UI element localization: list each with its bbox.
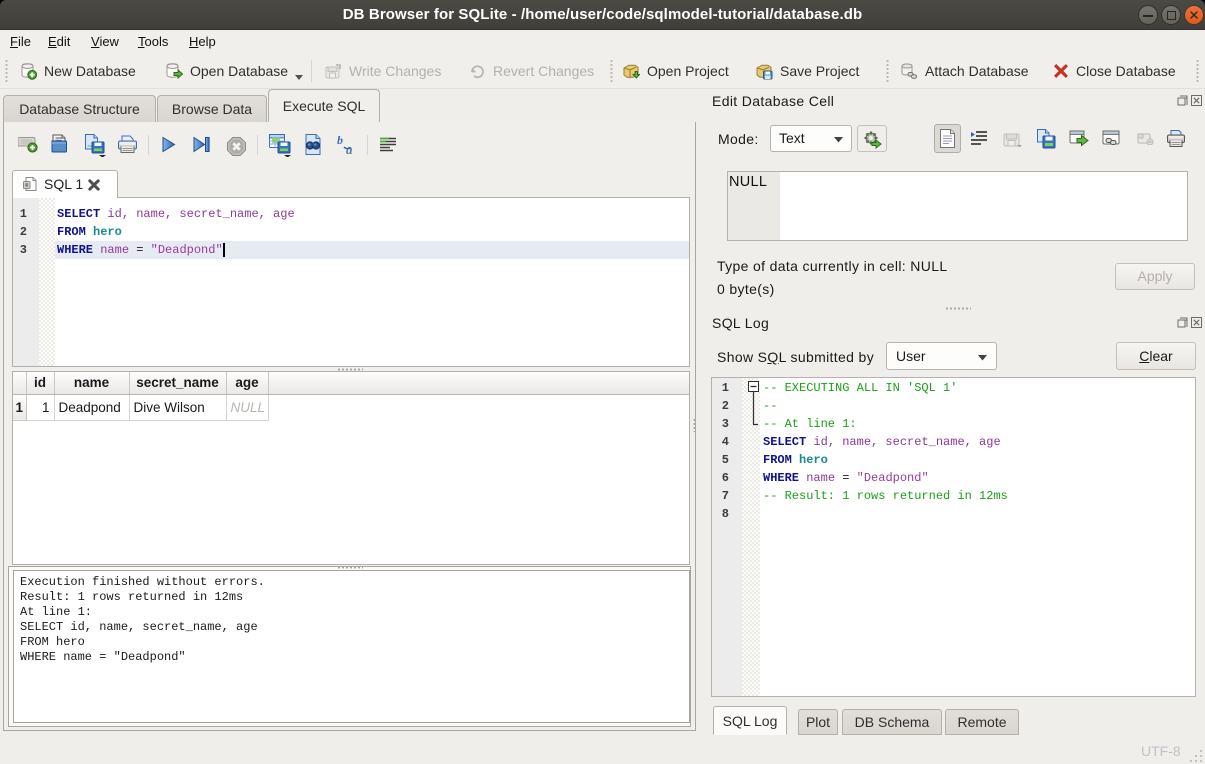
- svg-text:b: b: [337, 134, 343, 147]
